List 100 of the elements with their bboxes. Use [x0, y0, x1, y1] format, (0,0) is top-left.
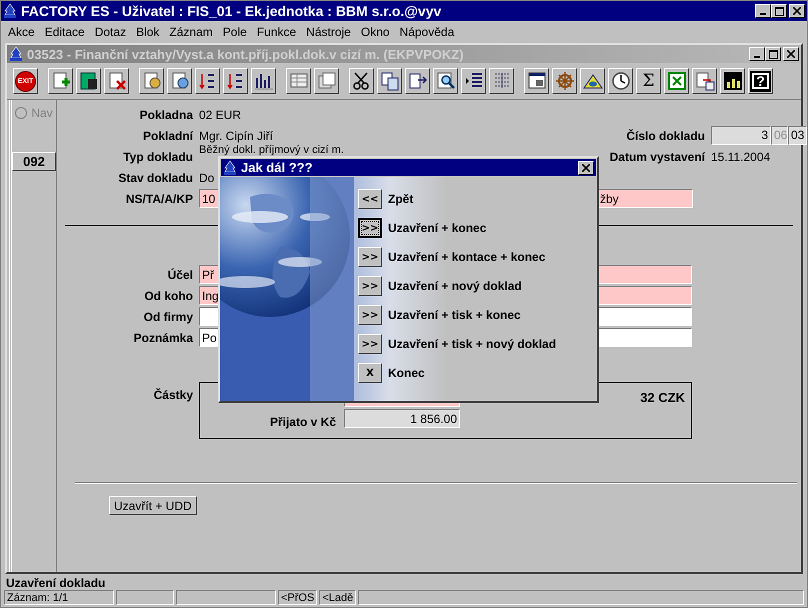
field-value: Běžný dokl. příjmový v cizí m.: [199, 144, 345, 156]
field-label: Pokladna: [138, 108, 193, 122]
minimize-button[interactable]: [755, 4, 771, 18]
menu-item[interactable]: Pole: [218, 25, 252, 39]
option-label: Uzavření + tisk + nový doklad: [388, 337, 556, 351]
clock-icon: [610, 70, 632, 92]
toolbar-button[interactable]: [664, 68, 689, 94]
minimize-button[interactable]: [749, 47, 765, 61]
close-icon: [582, 164, 590, 172]
option-label: Uzavření + kontace + konec: [388, 250, 546, 264]
field-value: Do: [199, 170, 216, 184]
option-button[interactable]: <<: [358, 189, 382, 209]
maximize-button[interactable]: [765, 47, 781, 61]
toolbar-button[interactable]: [405, 68, 430, 94]
toolbar-button[interactable]: [76, 68, 101, 94]
status-message: Uzavření dokladu: [5, 575, 106, 590]
option-button[interactable]: >>: [358, 247, 382, 267]
option-label: Uzavření + tisk + konec: [388, 308, 521, 322]
maximize-button[interactable]: [771, 4, 787, 18]
menu-item[interactable]: Editace: [40, 25, 90, 39]
toolbar-button[interactable]: [461, 68, 486, 94]
group-label: Částky: [152, 387, 193, 404]
menu-item[interactable]: Blok: [131, 25, 164, 39]
toolbar-button[interactable]: [286, 68, 311, 94]
export-icon: [694, 70, 716, 92]
menu-item[interactable]: Nápověda: [394, 25, 460, 39]
toolbar-button[interactable]: [314, 68, 339, 94]
maximize-icon: [768, 50, 778, 58]
dialog-icon: [223, 160, 237, 176]
option-button[interactable]: >>: [358, 334, 382, 354]
help-button[interactable]: ?: [748, 68, 773, 94]
status-cell: [116, 590, 174, 605]
field-label: Číslo dokladu: [625, 128, 705, 142]
dialog-title: Jak dál ???: [241, 160, 314, 175]
wheel-icon: [554, 70, 576, 92]
option-button[interactable]: X: [358, 363, 382, 383]
toolbar-button[interactable]: [104, 68, 129, 94]
number-field[interactable]: 03: [788, 126, 807, 145]
number-field[interactable]: 3: [711, 126, 771, 145]
field-label: Stav dokladu: [117, 170, 193, 184]
toolbar-button[interactable]: [524, 68, 549, 94]
window-title: FACTORY ES - Uživatel : FIS_01 - Ek.jednotka : BBM s.r.o.@vyv: [21, 3, 442, 19]
option-label: Zpět: [388, 192, 414, 206]
field-label: Přijato v Kč: [268, 414, 336, 428]
field-value: Mgr. Cipín Jiří: [199, 128, 274, 142]
field-label: NS/TA/A/KP: [124, 192, 193, 206]
menu-item[interactable]: Dotaz: [90, 25, 132, 39]
menu-item[interactable]: Funkce: [252, 25, 302, 39]
field-label: Pokladní: [142, 128, 193, 142]
toolbar-button[interactable]: [489, 68, 514, 94]
close-udd-button[interactable]: Uzavřít + UDD: [109, 496, 197, 515]
status-cell: <Ladě: [319, 590, 356, 605]
toolbar-button[interactable]: [608, 68, 633, 94]
toolbar-button[interactable]: [48, 68, 73, 94]
toolbar-button[interactable]: [349, 68, 374, 94]
option-label: Uzavření + nový doklad: [388, 279, 522, 293]
toolbar-button[interactable]: [195, 68, 220, 94]
toolbar-button[interactable]: [720, 68, 745, 94]
toolbar-button[interactable]: [167, 68, 192, 94]
maximize-icon: [774, 6, 784, 16]
record-button[interactable]: 092: [12, 152, 56, 171]
rate-text: 32 CZK: [639, 390, 686, 405]
close-icon: [793, 7, 801, 15]
date-value: 15.11.2004: [711, 150, 772, 164]
toolbar-button[interactable]: [580, 68, 605, 94]
chart-icon: [722, 70, 744, 92]
status-cell: Záznam: 1/1: [4, 590, 114, 605]
option-button[interactable]: >>: [358, 276, 382, 296]
toolbar-button[interactable]: [251, 68, 276, 94]
toolbar-button[interactable]: [139, 68, 164, 94]
field-label: Typ dokladu: [122, 150, 193, 164]
toolbar-button[interactable]: [552, 68, 577, 94]
sum-button[interactable]: Σ: [636, 68, 661, 94]
close-button[interactable]: [783, 47, 799, 61]
toolbar-button[interactable]: [433, 68, 458, 94]
toolbar-button[interactable]: [223, 68, 248, 94]
option-label: Uzavření + konec: [388, 221, 486, 235]
document-icon: [9, 46, 23, 62]
close-button[interactable]: [578, 160, 594, 174]
status-cell: <PřOS: [278, 590, 318, 605]
close-button[interactable]: [789, 4, 805, 18]
option-button[interactable]: >>: [358, 305, 382, 325]
amount-field[interactable]: 1 856.00: [344, 409, 460, 428]
toolbar-button[interactable]: [692, 68, 717, 94]
menu-item[interactable]: Záznam: [164, 25, 218, 39]
field-label: Účel: [166, 268, 193, 282]
copy-icon: [378, 70, 400, 92]
option-label: Konec: [388, 366, 425, 380]
menu-item[interactable]: Akce: [3, 25, 40, 39]
toolbar-button[interactable]: [377, 68, 402, 94]
spreadsheet-icon: [666, 70, 688, 92]
field-label: Poznámka: [132, 330, 193, 344]
option-button[interactable]: >>: [358, 218, 382, 238]
menu-item[interactable]: Nástroje: [301, 25, 356, 39]
field-label: Datum vystavení: [608, 150, 705, 164]
close-icon: [787, 50, 795, 58]
field-label: Od firmy: [142, 310, 193, 324]
field-label: Od koho: [143, 288, 193, 302]
menu-item[interactable]: Okno: [356, 25, 395, 39]
field-value: 02 EUR: [199, 108, 242, 122]
